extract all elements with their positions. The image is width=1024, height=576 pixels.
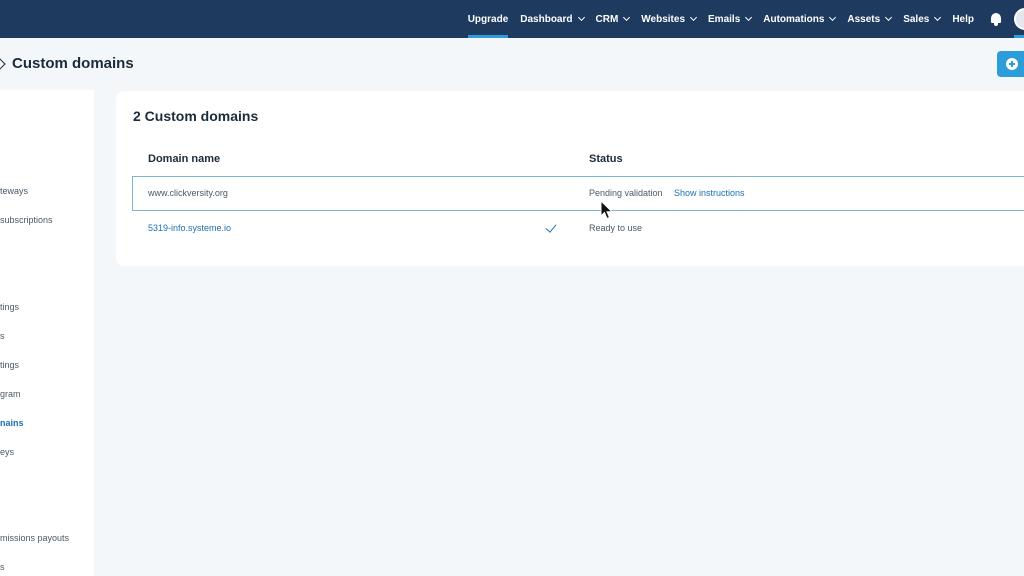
nav-assets-label: Assets <box>847 13 881 25</box>
nav-upgrade[interactable]: Upgrade <box>467 0 509 38</box>
page-header <box>0 38 1024 90</box>
sidebar-item-settings-a[interactable]: tings <box>0 302 19 312</box>
nav-assets[interactable]: Assets <box>847 0 893 38</box>
column-header-domain-name: Domain name <box>148 153 221 165</box>
nav-sales-label: Sales <box>903 13 930 25</box>
status-cell: Pending validation <box>589 188 663 198</box>
nav-emails-label: Emails <box>708 13 741 25</box>
column-header-status: Status <box>589 153 623 165</box>
nav-automations-label: Automations <box>763 13 825 25</box>
sidebar-item-payment-gateways[interactable]: teways <box>0 186 28 196</box>
page-title: Custom domains <box>12 55 134 72</box>
nav-upgrade-label: Upgrade <box>467 13 509 25</box>
nav-emails[interactable]: Emails <box>708 0 753 38</box>
chevron-down-icon <box>745 13 753 22</box>
nav-help-label: Help <box>952 13 974 25</box>
bell-icon[interactable] <box>990 12 1002 26</box>
sidebar-item-settings-b[interactable]: tings <box>0 360 19 370</box>
chevron-down-icon <box>829 13 837 22</box>
chevron-down-icon <box>885 13 893 22</box>
domain-name-link[interactable]: 5319-info.systeme.io <box>148 223 231 233</box>
sidebar-item-keys[interactable]: eys <box>0 447 14 457</box>
show-instructions-link[interactable]: Show instructions <box>674 188 745 198</box>
nav-dashboard-label: Dashboard <box>520 13 573 25</box>
nav-sales[interactable]: Sales <box>903 0 942 38</box>
nav-websites-label: Websites <box>641 13 686 25</box>
plus-circle-icon <box>1006 58 1018 70</box>
chevron-down-icon <box>689 13 698 22</box>
domain-name-cell: www.clickversity.org <box>148 188 228 198</box>
nav-menu: Upgrade Dashboard CRM Websites Emails Au… <box>467 0 1024 38</box>
nav-automations[interactable]: Automations <box>763 0 837 38</box>
table-row[interactable] <box>132 176 1024 211</box>
nav-websites[interactable]: Websites <box>641 0 698 38</box>
nav-crm-label: CRM <box>595 13 619 25</box>
chevron-down-icon <box>934 13 942 22</box>
sidebar-item-commissions-payouts[interactable]: missions payouts <box>0 533 69 543</box>
nav-help[interactable]: Help <box>952 0 974 38</box>
chevron-down-icon <box>623 13 631 22</box>
nav-crm[interactable]: CRM <box>595 0 631 38</box>
card-title: 2 Custom domains <box>133 108 259 124</box>
nav-dashboard[interactable]: Dashboard <box>520 0 585 38</box>
add-domain-button[interactable] <box>997 51 1024 77</box>
sidebar-item-custom-domains[interactable]: nains <box>0 418 24 428</box>
top-nav: Upgrade Dashboard CRM Websites Emails Au… <box>0 0 1024 38</box>
chevron-down-icon <box>577 13 585 22</box>
avatar[interactable] <box>1014 8 1024 30</box>
sidebar-item-program[interactable]: gram <box>0 389 21 399</box>
sidebar-item-s-a[interactable]: s <box>0 331 5 341</box>
sidebar-item-subscriptions[interactable]: subscriptions <box>0 215 53 225</box>
status-cell: Ready to use <box>589 223 643 233</box>
mouse-cursor-icon <box>600 200 614 220</box>
settings-sidebar: teways subscriptions tings s tings gram … <box>0 90 94 576</box>
sidebar-item-s-b[interactable]: s <box>0 562 5 572</box>
